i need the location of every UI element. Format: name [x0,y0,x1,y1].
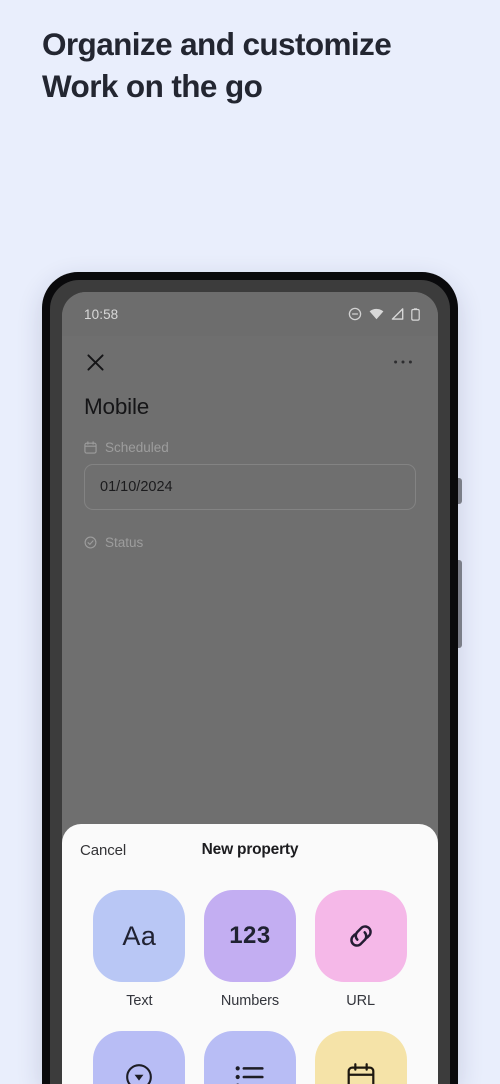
status-bar-icons [348,307,420,321]
sheet-header: Cancel New property [62,824,438,876]
scheduled-date-value: 01/10/2024 [100,479,173,495]
link-icon [314,890,407,982]
battery-icon [411,307,420,321]
text-aa-glyph: Aa [122,920,157,951]
property-type-label: URL [346,993,376,1009]
app-page-title: Mobile [84,394,150,419]
cellular-signal-icon [391,308,404,320]
phone-screen: 10:58 Mobile Scheduled 01/10/2024 Status… [62,292,438,1084]
phone-mockup: 10:58 Mobile Scheduled 01/10/2024 Status… [42,272,462,1084]
phone-frame: 10:58 Mobile Scheduled 01/10/2024 Status… [42,272,458,1084]
field-label-status: Status [62,510,438,550]
more-options-icon[interactable] [390,349,416,375]
list-bullets-icon [203,1031,296,1084]
property-type-date[interactable]: Date [305,1031,416,1084]
property-type-text[interactable]: Aa Text [84,890,195,1009]
numbers-123-icon: 123 [203,890,296,982]
new-property-sheet: Cancel New property Aa Text 123 Numbers … [62,824,438,1084]
text-aa-icon: Aa [93,890,186,982]
property-type-label: Text [126,993,153,1009]
property-type-grid: Aa Text 123 Numbers URL [62,876,438,1084]
app-top-bar [62,336,438,388]
field-label-scheduled: Scheduled [62,420,438,455]
numbers-123-glyph: 123 [229,922,271,949]
property-type-select[interactable]: Select [84,1031,195,1084]
page-title: Organize and customize Work on the go [42,26,392,104]
select-dropdown-icon [93,1031,186,1084]
phone-bezel: 10:58 Mobile Scheduled 01/10/2024 Status… [50,280,450,1084]
property-type-numbers[interactable]: 123 Numbers [195,890,306,1009]
status-bar: 10:58 [62,292,438,336]
calendar-icon [84,441,97,454]
property-type-label: Numbers [220,993,280,1009]
close-icon[interactable] [82,349,108,375]
cancel-button[interactable]: Cancel [80,842,126,859]
field-label-text: Scheduled [105,440,169,455]
status-bar-time: 10:58 [84,306,119,322]
do-not-disturb-icon [348,307,362,321]
calendar-icon [314,1031,407,1084]
wifi-icon [369,308,384,320]
field-label-text: Status [105,535,144,550]
scheduled-date-field[interactable]: 01/10/2024 [84,464,416,510]
property-type-multiselect[interactable]: Multiselect [195,1031,306,1084]
status-circle-icon [84,536,97,549]
property-type-url[interactable]: URL [305,890,416,1009]
